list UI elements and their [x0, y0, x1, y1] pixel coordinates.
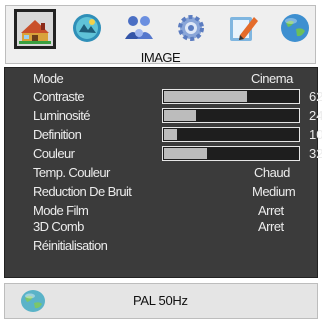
- menu-item-luminosite[interactable]: Luminosité: [33, 107, 90, 125]
- contraste-value: 62: [309, 89, 322, 104]
- definition-slider[interactable]: [162, 127, 300, 142]
- contraste-slider[interactable]: [162, 89, 300, 104]
- menu-item-mode[interactable]: Mode: [33, 70, 64, 88]
- couleur-slider[interactable]: [162, 146, 300, 161]
- couleur-value: 32: [309, 146, 322, 161]
- tab-people[interactable]: [122, 11, 156, 45]
- menu-title: IMAGE: [140, 50, 181, 65]
- tab-settings[interactable]: [174, 11, 208, 45]
- menu-item-contraste[interactable]: Contraste: [33, 88, 85, 106]
- globe-icon: [21, 290, 45, 312]
- signal-format-text: PAL 50Hz: [133, 293, 188, 308]
- signal-status-bar: PAL 50Hz: [4, 283, 318, 319]
- tab-globe[interactable]: [278, 11, 312, 45]
- globe-icon: [281, 14, 309, 42]
- edit-pencil-icon: [230, 17, 258, 41]
- luminosite-value: 24: [309, 108, 322, 123]
- 3d-comb-value[interactable]: Arret: [258, 218, 284, 236]
- menu-item-couleur[interactable]: Couleur: [33, 145, 75, 163]
- couleur-slider-fill: [164, 148, 207, 159]
- settings-gear-icon: [178, 15, 204, 41]
- menu-item-reduction-bruit[interactable]: Reduction De Bruit: [33, 183, 132, 201]
- osd-menu: IMAGE Mode Cinema Contraste 62 Luminosit…: [0, 0, 322, 323]
- tab-picture[interactable]: [70, 11, 104, 45]
- definition-slider-fill: [164, 129, 177, 140]
- contraste-slider-fill: [164, 91, 247, 102]
- menu-item-definition[interactable]: Definition: [33, 126, 82, 144]
- luminosite-slider[interactable]: [162, 108, 300, 123]
- luminosite-slider-fill: [164, 110, 196, 121]
- tab-home[interactable]: [14, 9, 56, 49]
- temp-couleur-value[interactable]: Chaud: [254, 164, 290, 182]
- definition-value: 10: [309, 127, 322, 142]
- people-icon: [125, 16, 153, 39]
- menu-item-temp-couleur[interactable]: Temp. Couleur: [33, 164, 110, 182]
- mode-value[interactable]: Cinema: [251, 70, 293, 88]
- menu-item-3d-comb[interactable]: 3D Comb: [33, 218, 84, 236]
- home-icon: [19, 20, 51, 44]
- picture-icon: [73, 14, 101, 42]
- menu-tab-bar: IMAGE: [5, 5, 316, 65]
- tab-edit[interactable]: [226, 11, 260, 45]
- menu-item-reinitialisation[interactable]: Réinitialisation: [33, 237, 108, 255]
- reduction-bruit-value[interactable]: Medium: [252, 183, 296, 201]
- image-settings-panel: Mode Cinema Contraste 62 Luminosité 24 D…: [4, 67, 322, 278]
